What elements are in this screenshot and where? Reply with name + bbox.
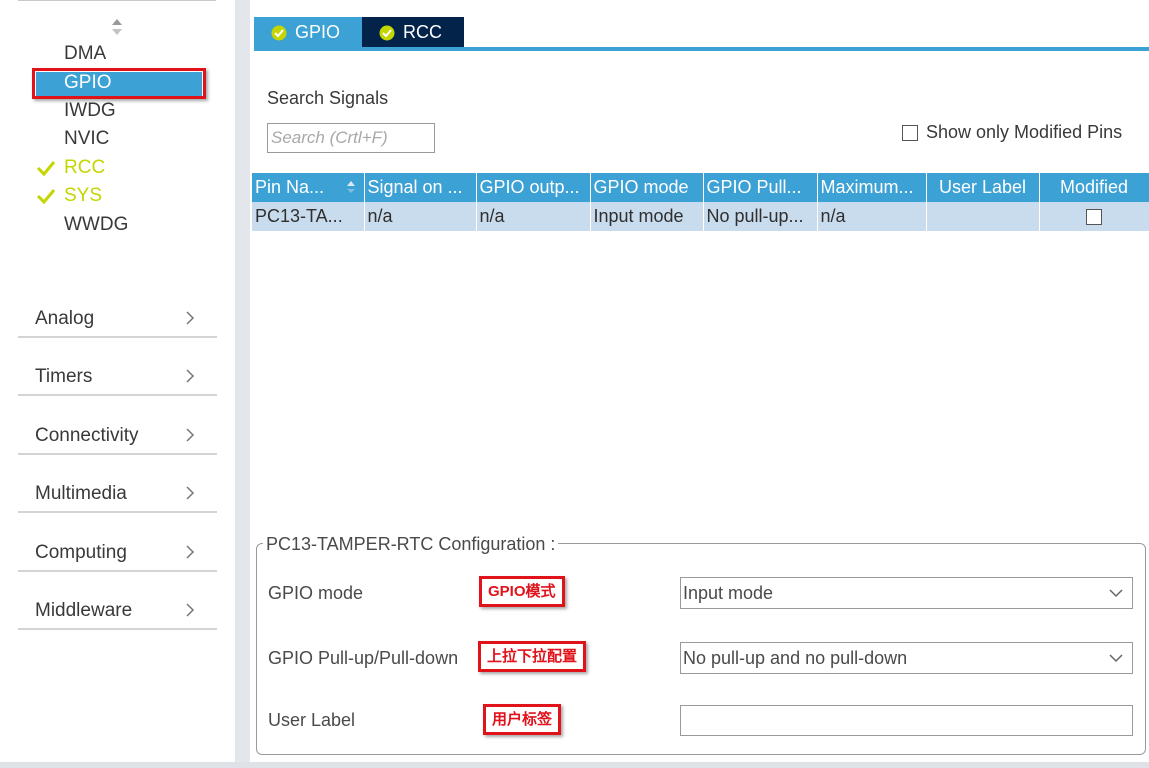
category-label: Connectivity [35, 425, 139, 446]
check-icon [36, 161, 56, 177]
gpio-pull-annotation: 上拉下拉配置 [478, 641, 587, 672]
column-header-user-label[interactable]: User Label [926, 173, 1040, 202]
category-multimedia[interactable]: Multimedia [18, 455, 217, 513]
modified-checkbox[interactable] [1086, 209, 1102, 226]
show-modified-checkbox[interactable] [902, 124, 918, 141]
category-label: Analog [35, 308, 95, 329]
table-row[interactable]: PC13-TA... n/a n/a Input mode No pull-up… [252, 202, 1149, 231]
cell-gpio-output: n/a [476, 202, 591, 231]
tab-underline [254, 47, 1149, 51]
tab-label: GPIO [295, 22, 341, 42]
cell-gpio-mode: Input mode [590, 202, 704, 231]
column-header-gpio-output[interactable]: GPIO outp... [476, 173, 591, 202]
column-header-label: Pin Na... [255, 177, 325, 197]
gpio-mode-label: GPIO mode [268, 583, 364, 603]
column-header-modified[interactable]: Modified [1039, 173, 1149, 202]
chevron-right-icon [186, 428, 195, 442]
cell-gpio-pull: No pull-up... [703, 202, 818, 231]
table-header-row: Pin Na... Signal on ... GPIO outp... GPI… [252, 173, 1149, 202]
chevron-right-icon [186, 545, 195, 559]
sidebar-item-iwdg[interactable]: IWDG [64, 98, 116, 124]
cell-maximum: n/a [817, 202, 927, 231]
bottom-scroll-strip [0, 762, 1149, 768]
check-icon [36, 189, 56, 205]
category-label: Middleware [35, 600, 133, 621]
category-computing[interactable]: Computing [18, 514, 217, 572]
gpio-mode-value: Input mode [683, 583, 774, 603]
sidebar-item-rcc[interactable]: RCC [64, 155, 105, 181]
scroll-up-down-icon[interactable] [111, 18, 123, 36]
gpio-pull-label: GPIO Pull-up/Pull-down [268, 648, 459, 668]
chevron-right-icon [186, 603, 195, 617]
gpio-pull-select[interactable]: No pull-up and no pull-down [680, 642, 1133, 674]
category-label: Computing [35, 542, 127, 563]
chevron-right-icon [186, 311, 195, 325]
tab-gpio[interactable]: GPIO [254, 17, 362, 48]
category-analog[interactable]: Analog [18, 280, 217, 338]
tab-rcc[interactable]: RCC [362, 17, 464, 48]
gpio-pull-value: No pull-up and no pull-down [683, 648, 908, 668]
sort-ascending-icon [346, 181, 355, 193]
chevron-down-icon [1109, 589, 1123, 598]
check-circle-icon [271, 25, 287, 40]
show-modified-pins-toggle[interactable]: Show only Modified Pins [902, 122, 1122, 143]
search-signals-label: Search Signals [267, 88, 389, 108]
configuration-title: PC13-TAMPER-RTC Configuration : [263, 534, 559, 555]
column-header-gpio-pull[interactable]: GPIO Pull... [703, 173, 818, 202]
panel-splitter[interactable] [235, 0, 250, 768]
sidebar-top-divider [18, 0, 216, 1]
gpio-mode-annotation: GPIO模式 [479, 576, 565, 607]
cell-user-label [926, 202, 1040, 231]
column-header-pin-name[interactable]: Pin Na... [252, 173, 365, 202]
category-timers[interactable]: Timers [18, 338, 217, 396]
chevron-right-icon [186, 369, 195, 383]
category-label: Timers [35, 366, 93, 387]
tab-label: RCC [403, 22, 442, 42]
column-header-signal[interactable]: Signal on ... [364, 173, 477, 202]
sidebar: DMA GPIO IWDG NVIC RCC SYS WWDG Analog T… [0, 0, 235, 768]
user-label-annotation: 用户标签 [483, 704, 562, 735]
chevron-right-icon [186, 486, 195, 500]
column-header-maximum[interactable]: Maximum... [817, 173, 927, 202]
gpio-mode-select[interactable]: Input mode [680, 577, 1133, 609]
sidebar-item-nvic[interactable]: NVIC [64, 126, 109, 152]
cell-modified [1039, 202, 1149, 231]
sidebar-item-sys[interactable]: SYS [64, 183, 102, 209]
check-circle-icon [379, 25, 395, 40]
chevron-down-icon [1109, 654, 1123, 663]
category-middleware[interactable]: Middleware [18, 572, 217, 630]
sidebar-item-dma[interactable]: DMA [64, 41, 106, 67]
pin-configuration-table: Pin Na... Signal on ... GPIO outp... GPI… [252, 173, 1149, 231]
column-header-gpio-mode[interactable]: GPIO mode [590, 173, 704, 202]
user-label-label: User Label [268, 710, 356, 730]
gpio-annotation-box [32, 68, 206, 99]
category-label: Multimedia [35, 483, 127, 504]
show-modified-label: Show only Modified Pins [926, 122, 1123, 142]
cell-signal: n/a [364, 202, 477, 231]
sidebar-item-wwdg[interactable]: WWDG [64, 212, 128, 238]
cell-pin-name: PC13-TA... [252, 202, 365, 231]
category-connectivity[interactable]: Connectivity [18, 397, 217, 455]
user-label-input[interactable] [680, 705, 1133, 736]
search-input[interactable] [267, 123, 435, 153]
